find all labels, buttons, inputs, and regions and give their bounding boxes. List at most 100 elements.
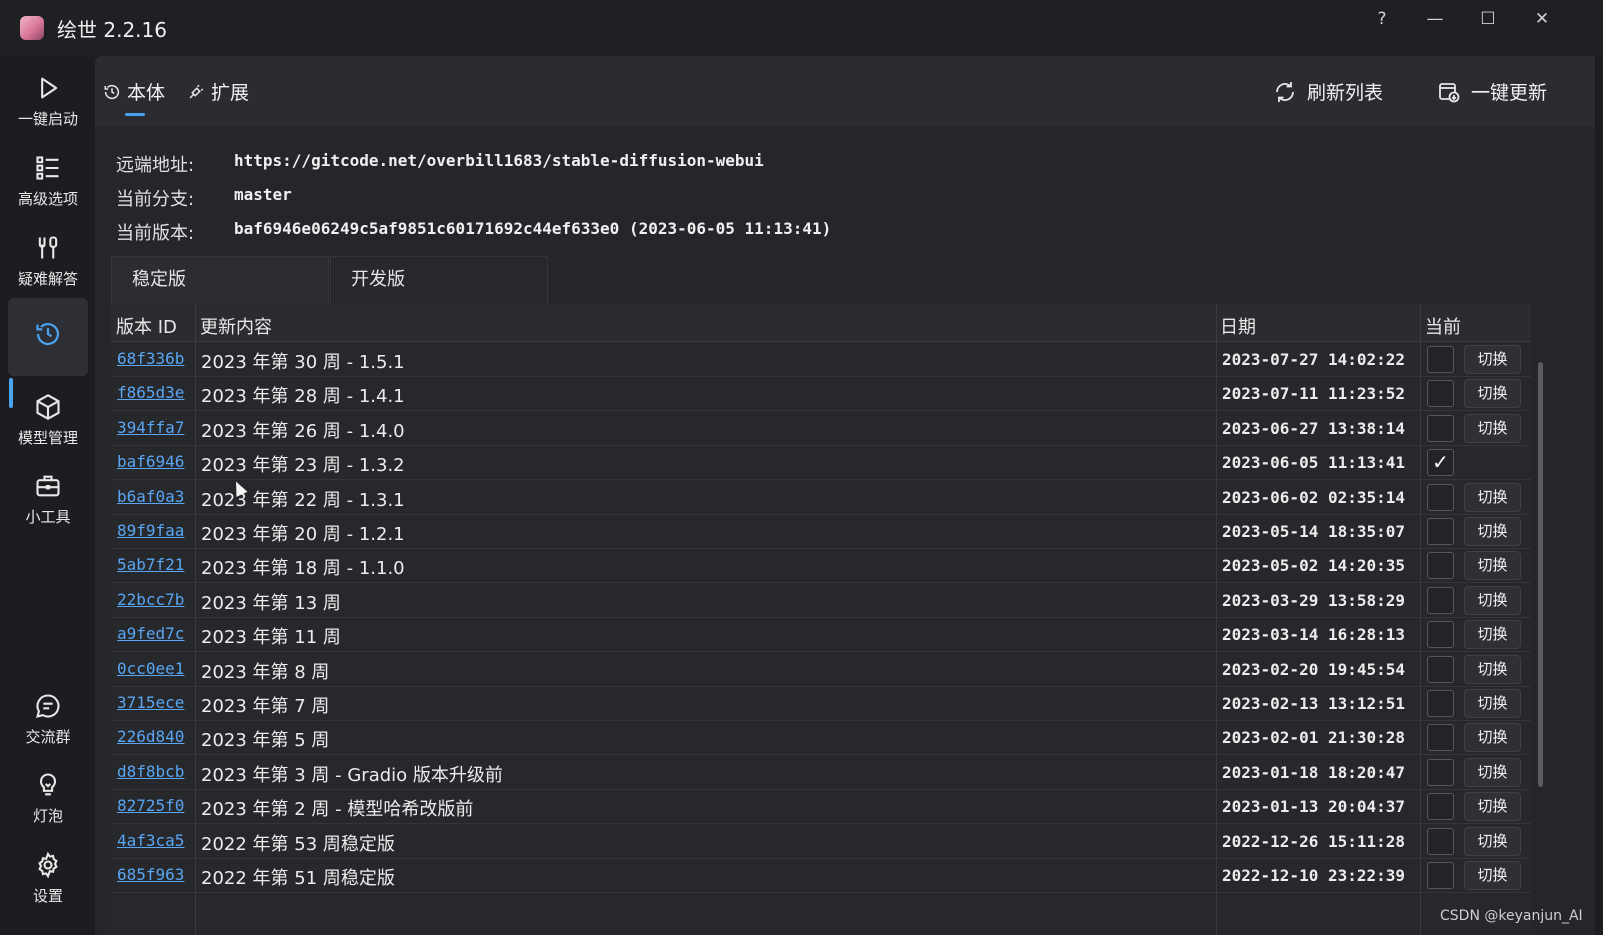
branch-value: master bbox=[234, 185, 292, 204]
tab-extensions-label: 扩展 bbox=[211, 82, 250, 104]
switch-button[interactable]: 切换 bbox=[1464, 482, 1521, 512]
nav-item-launch[interactable]: 一键启动 bbox=[8, 62, 88, 140]
commit-date: 2023-05-14 18:35:07 bbox=[1222, 522, 1406, 541]
nav-item-advanced[interactable]: 高级选项 bbox=[8, 142, 88, 220]
table-row: d8f8bcb 2023 年第 3 周 - Gradio 版本升级前 2023-01… bbox=[111, 755, 1531, 790]
current-checkbox[interactable] bbox=[1427, 758, 1454, 786]
table-row: baf6946 2023 年第 23 周 - 1.3.2 2023-06-05 11… bbox=[111, 445, 1531, 481]
column-header-date: 日期 bbox=[1220, 317, 1256, 338]
switch-button[interactable]: 切换 bbox=[1464, 792, 1521, 822]
version-id-link[interactable]: 3715ece bbox=[117, 693, 184, 712]
switch-button[interactable]: 切换 bbox=[1464, 861, 1521, 890]
maximize-button[interactable]: ☐ bbox=[1468, 4, 1508, 34]
current-checkbox[interactable] bbox=[1427, 621, 1454, 649]
version-id-link[interactable]: a9fed7c bbox=[117, 624, 184, 643]
nav-item-version[interactable] bbox=[8, 298, 88, 376]
current-checkbox[interactable] bbox=[1427, 414, 1454, 442]
switch-button[interactable]: 切换 bbox=[1464, 826, 1521, 856]
table-row: b6af0a3 2023 年第 22 周 - 1.3.1 2023-06-02 02… bbox=[111, 480, 1531, 515]
commit-date: 2022-12-26 15:11:28 bbox=[1222, 831, 1406, 851]
table-row: 226d840 2023 年第 5 周 2023-02-01 21:30:28 切换 bbox=[111, 720, 1531, 756]
nav-item-tools[interactable]: 小工具 bbox=[8, 460, 88, 538]
table-row: 82725f0 2023 年第 2 周 - 模型哈希改版前 2023-01-13 2… bbox=[111, 789, 1531, 825]
current-checkbox[interactable] bbox=[1427, 483, 1454, 511]
nav-item-bulb[interactable]: 灯泡 bbox=[8, 759, 88, 837]
update-content: 2023 年第 30 周 - 1.5.1 bbox=[201, 352, 405, 373]
version-id-link[interactable]: 89f9faa bbox=[117, 521, 184, 540]
tab-stable[interactable]: 稳定版 bbox=[111, 256, 329, 304]
version-id-link[interactable]: f865d3e bbox=[117, 383, 184, 402]
update-content: 2022 年第 51 周稳定版 bbox=[201, 868, 395, 889]
column-header-current: 当前 bbox=[1425, 317, 1461, 338]
nav-label: 高级选项 bbox=[17, 190, 78, 208]
switch-button[interactable]: 切换 bbox=[1464, 689, 1521, 718]
switch-button[interactable]: 切换 bbox=[1464, 620, 1521, 650]
commit-date: 2023-01-13 20:04:37 bbox=[1222, 797, 1406, 817]
version-id-link[interactable]: b6af0a3 bbox=[117, 487, 184, 506]
tab-dev[interactable]: 开发版 bbox=[330, 256, 548, 304]
tab-core[interactable]: 本体 bbox=[103, 78, 165, 105]
version-id-link[interactable]: d8f8bcb bbox=[117, 762, 184, 781]
help-icon[interactable]: ? bbox=[1362, 4, 1402, 34]
branch-row: 当前分支: master bbox=[116, 185, 292, 211]
switch-button[interactable]: 切换 bbox=[1464, 517, 1521, 546]
version-id-link[interactable]: 82725f0 bbox=[117, 796, 184, 815]
version-id-link[interactable]: 0cc0ee1 bbox=[117, 659, 184, 678]
current-checkbox[interactable] bbox=[1427, 518, 1454, 545]
update-all-button[interactable]: 一键更新 bbox=[1437, 78, 1547, 105]
version-id-link[interactable]: 394ffa7 bbox=[117, 418, 184, 437]
current-checkbox[interactable] bbox=[1427, 827, 1454, 855]
current-checkbox[interactable] bbox=[1427, 862, 1454, 889]
nav-item-models[interactable]: 模型管理 bbox=[8, 381, 88, 459]
refresh-list-button[interactable]: 刷新列表 bbox=[1273, 78, 1383, 105]
update-content: 2023 年第 20 周 - 1.2.1 bbox=[201, 524, 405, 545]
switch-button[interactable]: 切换 bbox=[1464, 551, 1521, 581]
current-checkbox[interactable] bbox=[1427, 346, 1454, 373]
sidebar-nav: 一键启动 高级选项 疑难解答 模型管理 小工具 交流群 灯泡 设置 bbox=[4, 56, 90, 935]
nav-label: 交流群 bbox=[25, 728, 71, 746]
nav-label: 设置 bbox=[32, 887, 63, 905]
commit-date: 2023-03-14 16:28:13 bbox=[1222, 625, 1406, 645]
switch-button[interactable]: 切换 bbox=[1464, 585, 1521, 615]
current-checkbox[interactable] bbox=[1427, 690, 1454, 717]
list-icon bbox=[36, 156, 59, 180]
switch-button[interactable]: 切换 bbox=[1464, 723, 1521, 753]
nav-item-chat[interactable]: 交流群 bbox=[8, 680, 88, 758]
minimize-button[interactable]: — bbox=[1415, 4, 1455, 34]
current-checkbox[interactable] bbox=[1427, 724, 1454, 752]
current-checkbox[interactable] bbox=[1427, 586, 1454, 614]
version-id-link[interactable]: 685f963 bbox=[117, 865, 184, 884]
current-checkbox[interactable]: ✓ bbox=[1427, 449, 1454, 477]
tab-extensions[interactable]: 扩展 bbox=[187, 78, 249, 105]
version-id-link[interactable]: 226d840 bbox=[117, 727, 184, 746]
window-title: 绘世 2.2.16 bbox=[57, 18, 167, 42]
version-id-link[interactable]: baf6946 bbox=[117, 452, 184, 471]
table-row: 5ab7f21 2023 年第 18 周 - 1.1.0 2023-05-02 14… bbox=[111, 548, 1531, 584]
version-id-link[interactable]: 4af3ca5 bbox=[117, 831, 184, 850]
version-id-link[interactable]: 22bcc7b bbox=[117, 590, 184, 609]
current-checkbox[interactable] bbox=[1427, 552, 1454, 580]
tab-active-underline bbox=[125, 113, 145, 116]
switch-button[interactable]: 切换 bbox=[1464, 379, 1521, 409]
nav-item-settings[interactable]: 设置 bbox=[8, 839, 88, 917]
switch-button[interactable]: 切换 bbox=[1464, 757, 1521, 787]
commit-date: 2023-07-11 11:23:52 bbox=[1222, 384, 1406, 404]
current-checkbox[interactable] bbox=[1427, 793, 1454, 821]
current-checkbox[interactable] bbox=[1427, 380, 1454, 408]
switch-button[interactable]: 切换 bbox=[1464, 413, 1521, 443]
switch-button[interactable]: 切换 bbox=[1464, 654, 1521, 684]
version-id-link[interactable]: 68f336b bbox=[117, 349, 184, 368]
table-row: a9fed7c 2023 年第 11 周 2023-03-14 16:28:13 切换 bbox=[111, 617, 1531, 653]
table-scrollbar[interactable] bbox=[1538, 362, 1543, 787]
version-value: baf6946e06249c5af9851c60171692c44ef633e0… bbox=[234, 219, 832, 238]
close-button[interactable]: ✕ bbox=[1522, 4, 1562, 34]
commit-date: 2023-02-13 13:12:51 bbox=[1222, 694, 1406, 713]
chat-icon bbox=[36, 694, 60, 718]
version-id-link[interactable]: 5ab7f21 bbox=[117, 555, 184, 574]
current-checkbox[interactable] bbox=[1427, 655, 1454, 683]
switch-button[interactable]: 切换 bbox=[1464, 345, 1521, 374]
history-icon bbox=[36, 323, 60, 346]
update-content: 2023 年第 23 周 - 1.3.2 bbox=[201, 455, 405, 477]
nav-item-troubleshoot[interactable]: 疑难解答 bbox=[8, 222, 88, 300]
branch-label: 当前分支: bbox=[116, 189, 195, 210]
